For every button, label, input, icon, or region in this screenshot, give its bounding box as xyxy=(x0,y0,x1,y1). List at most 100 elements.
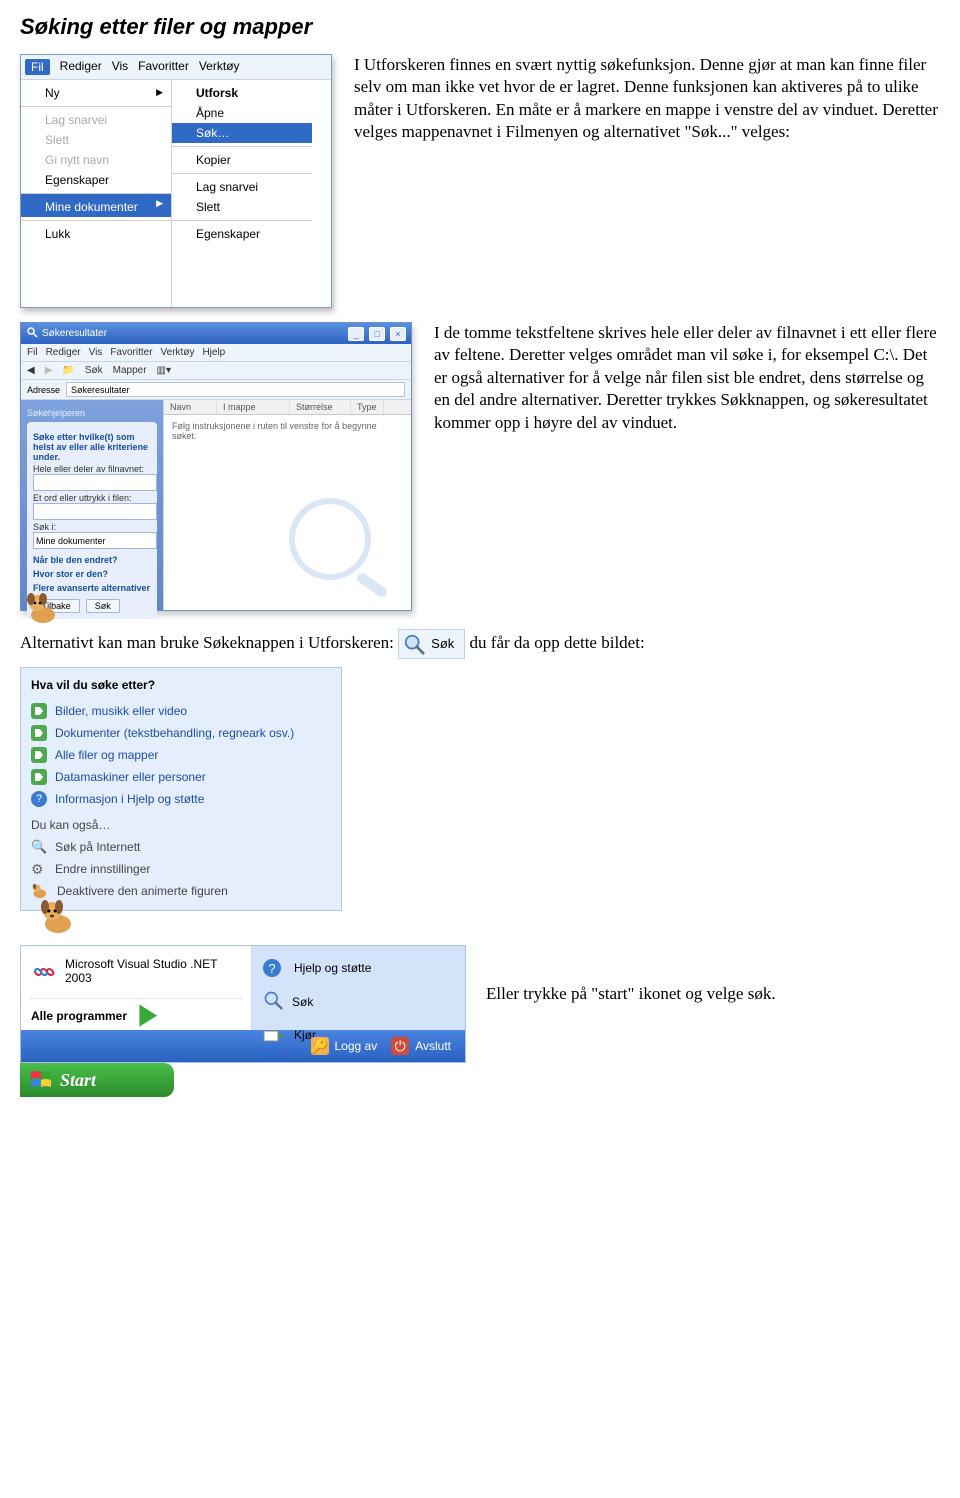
start-item-search[interactable]: Søk xyxy=(260,984,457,1019)
menu-item-lukk[interactable]: Lukk xyxy=(21,220,171,244)
back-arrow-icon[interactable]: ◀ xyxy=(27,365,35,376)
file-menu-col2: Utforsk Åpne Søk… Kopier Lag snarvei Sle… xyxy=(172,80,312,307)
search-results-window: Søkeresultater _ □ × Fil Rediger Vis Fav… xyxy=(20,322,412,611)
lbl-phrase: Et ord eller uttrykk i filen: xyxy=(33,493,151,503)
panel-item-label: Bilder, musikk eller video xyxy=(55,704,187,718)
toolbar-search-button[interactable]: Søk xyxy=(398,629,465,659)
magnifier-icon xyxy=(403,633,425,655)
address-input[interactable] xyxy=(66,382,405,397)
toolbar-search[interactable]: Søk xyxy=(85,365,103,376)
ctx-apne[interactable]: Åpne xyxy=(172,103,312,123)
arrow-icon xyxy=(31,703,47,719)
menu-rediger[interactable]: Rediger xyxy=(60,59,102,75)
menu-verktoy[interactable]: Verktøy xyxy=(199,59,240,75)
sr-menu-rediger[interactable]: Rediger xyxy=(46,347,81,358)
arrow-icon xyxy=(31,769,47,785)
intro-paragraph: I Utforskeren finnes en svært nyttig søk… xyxy=(354,54,940,144)
panel-item-docs[interactable]: Dokumenter (tekstbehandling, regneark os… xyxy=(31,722,331,744)
search-button[interactable]: Søk xyxy=(86,599,120,613)
sr-menubar: Fil Rediger Vis Favoritter Verktøy Hjelp xyxy=(21,344,411,362)
menu-item-mine-dokumenter[interactable]: Mine dokumenter xyxy=(21,193,171,217)
magnifier-watermark-icon xyxy=(289,498,371,580)
ctx-sok[interactable]: Søk… xyxy=(172,123,312,143)
opt-size[interactable]: Hvor stor er den? xyxy=(33,569,151,579)
visual-studio-icon xyxy=(31,962,57,982)
menu-vis[interactable]: Vis xyxy=(112,59,128,75)
help-icon: ? xyxy=(31,791,47,807)
start-item-label: Alle programmer xyxy=(31,1009,127,1023)
col-storrelse[interactable]: Størrelse xyxy=(290,400,351,414)
search-button-label: Søk xyxy=(431,635,454,652)
input-phrase[interactable] xyxy=(33,503,157,520)
start-item-all-programs[interactable]: Alle programmer xyxy=(29,998,243,1033)
views-icon[interactable]: ▥▾ xyxy=(157,365,171,376)
input-lookin[interactable] xyxy=(33,532,157,549)
panel-item-label: Datamaskiner eller personer xyxy=(55,770,206,784)
alt-line-pre: Alternativt kan man bruke Søkeknappen i … xyxy=(20,633,398,652)
opt-when[interactable]: Når ble den endret? xyxy=(33,555,151,565)
ctx-utforsk[interactable]: Utforsk xyxy=(172,83,312,103)
panel-item-internet[interactable]: 🔍 Søk på Internett xyxy=(31,836,331,858)
start-item-label: Hjelp og støtte xyxy=(294,961,371,975)
input-filename[interactable] xyxy=(33,474,157,491)
menu-item-egenskaper[interactable]: Egenskaper xyxy=(21,170,171,190)
page-title: Søking etter filer og mapper xyxy=(20,14,940,40)
ctx-slett[interactable]: Slett xyxy=(172,197,312,217)
menu-item-ny[interactable]: Ny xyxy=(21,83,171,103)
ctx-kopier[interactable]: Kopier xyxy=(172,146,312,170)
sr-menu-vis[interactable]: Vis xyxy=(89,347,103,358)
results-hint: Følg instruksjonene i ruten til venstre … xyxy=(164,415,411,447)
globe-icon: 🔍 xyxy=(31,839,47,855)
menu-favoritter[interactable]: Favoritter xyxy=(138,59,189,75)
start-item-label: Microsoft Visual Studio .NET 2003 xyxy=(65,958,241,986)
start-button[interactable]: Start xyxy=(20,1063,174,1097)
maximize-icon[interactable]: □ xyxy=(369,327,385,341)
window-controls[interactable]: _ □ × xyxy=(346,327,406,341)
col-navn[interactable]: Navn xyxy=(164,400,217,414)
menu-item-slett: Slett xyxy=(21,130,171,150)
sr-menu-verktoy[interactable]: Verktøy xyxy=(161,347,195,358)
close-icon[interactable]: × xyxy=(390,327,406,341)
panel-item-computers[interactable]: Datamaskiner eller personer xyxy=(31,766,331,788)
ctx-egenskaper[interactable]: Egenskaper xyxy=(172,220,312,244)
gear-icon: ⚙ xyxy=(31,861,47,877)
col-mappe[interactable]: I mappe xyxy=(217,400,290,414)
start-menu-snippet: Microsoft Visual Studio .NET 2003 Alle p… xyxy=(20,945,466,1063)
panel-item-settings[interactable]: ⚙ Endre innstillinger xyxy=(31,858,331,880)
minimize-icon[interactable]: _ xyxy=(348,327,364,341)
sr-menu-hjelp[interactable]: Hjelp xyxy=(202,347,225,358)
panel-item-allfiles[interactable]: Alle filer og mapper xyxy=(31,744,331,766)
last-line: Eller trykke på "start" ikonet og velge … xyxy=(486,983,940,1005)
svg-text:?: ? xyxy=(268,961,275,976)
lbl-lookin: Søk i: xyxy=(33,522,151,532)
sr-menu-favoritter[interactable]: Favoritter xyxy=(110,347,152,358)
footer-logoff[interactable]: 🔑 Logg av xyxy=(311,1037,378,1055)
footer-shutdown[interactable]: ⏻ Avslutt xyxy=(391,1037,451,1055)
search-results-icon xyxy=(26,326,38,341)
file-menu-col1: Ny Lag snarvei Slett Gi nytt navn Egensk… xyxy=(21,80,172,307)
alt-line-post: du får da opp dette bildet: xyxy=(470,633,645,652)
up-icon[interactable]: 📁 xyxy=(62,365,74,376)
windows-flag-icon xyxy=(30,1070,52,1090)
menu-fil[interactable]: Fil xyxy=(25,59,50,75)
paragraph-2: I de tomme tekstfeltene skrives hele ell… xyxy=(434,322,940,434)
toolbar-folders[interactable]: Mapper xyxy=(113,365,147,376)
fwd-arrow-icon[interactable]: ▶ xyxy=(45,365,53,376)
menu-item-gi-nytt-navn: Gi nytt navn xyxy=(21,150,171,170)
companion-dog-icon xyxy=(38,898,78,939)
arrow-icon xyxy=(31,725,47,741)
sr-menu-fil[interactable]: Fil xyxy=(27,347,38,358)
col-type[interactable]: Type xyxy=(351,400,384,414)
panel-item-media[interactable]: Bilder, musikk eller video xyxy=(31,700,331,722)
ctx-lag-snarvei[interactable]: Lag snarvei xyxy=(172,173,312,197)
logoff-icon: 🔑 xyxy=(311,1037,329,1055)
search-results-title: Søkeresultater xyxy=(42,328,107,339)
start-item-vs[interactable]: Microsoft Visual Studio .NET 2003 xyxy=(29,952,243,992)
panel-item-label: Deaktivere den animerte figuren xyxy=(57,884,228,898)
panel-item-helpinfo[interactable]: ? Informasjon i Hjelp og støtte xyxy=(31,788,331,810)
side-title: Søkehjelperen xyxy=(27,408,157,418)
search-dog-icon xyxy=(23,589,61,623)
run-icon xyxy=(262,1025,286,1045)
start-button-label: Start xyxy=(60,1070,96,1091)
start-item-help[interactable]: ? Hjelp og støtte xyxy=(260,952,457,984)
